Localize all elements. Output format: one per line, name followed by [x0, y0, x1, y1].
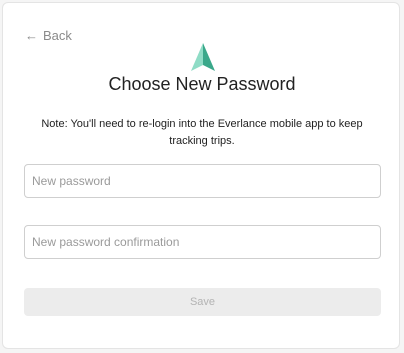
- new-password-confirmation-field[interactable]: [24, 225, 381, 259]
- save-button[interactable]: Save: [24, 288, 381, 316]
- reset-password-card: ← Back Choose New Password Note: You'll …: [2, 2, 400, 349]
- relogin-note: Note: You'll need to re-login into the E…: [41, 118, 363, 147]
- back-arrow-icon: ←: [25, 28, 38, 43]
- page-title: Choose New Password: [108, 74, 296, 94]
- everlance-logo-icon: [191, 43, 215, 71]
- back-label: Back: [43, 28, 72, 43]
- back-link[interactable]: ← Back: [25, 28, 72, 43]
- new-password-field[interactable]: [24, 164, 381, 198]
